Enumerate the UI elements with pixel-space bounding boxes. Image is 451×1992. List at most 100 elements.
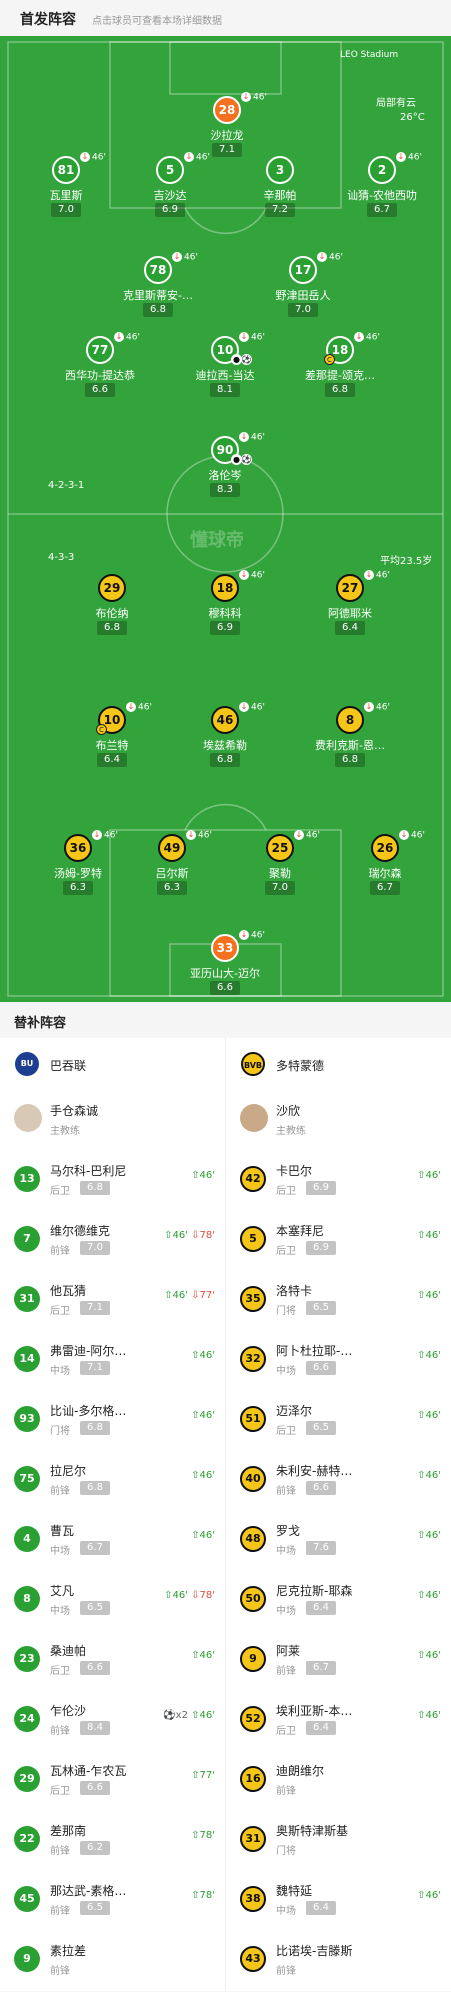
sub-out-icon: ⇩77'	[191, 1290, 215, 1301]
sub-out-icon: ↓	[126, 702, 136, 712]
sub-off-indicator: ↓ 46'	[114, 332, 140, 343]
coach-avatar	[240, 1104, 268, 1132]
temperature-text: 26°C	[400, 112, 425, 123]
away-player-marker[interactable]: 27 阿德耶米 6.4 ↓ 46'	[300, 570, 400, 650]
bench-player-row[interactable]: 22 差那南 前锋 6.2 ⇧78'	[0, 1812, 225, 1872]
home-team-header[interactable]: BU 巴吞联	[0, 1038, 225, 1092]
bench-player-number: 9	[14, 1946, 40, 1972]
player-number: 81	[52, 156, 80, 184]
player-name: 克里斯蒂安-…	[123, 289, 193, 302]
sub-minute: 46'	[184, 252, 198, 263]
home-player-marker[interactable]: 81 瓦里斯 7.0 ↓ 46'	[16, 152, 116, 232]
bench-player-row[interactable]: 29 瓦林通-乍农瓦 后卫 6.6 ⇧77'	[0, 1752, 225, 1812]
player-number: 2	[368, 156, 396, 184]
player-name: 费利克斯-恩…	[315, 739, 385, 752]
away-team-name: 多特蒙德	[276, 1059, 325, 1073]
bench-player-row[interactable]: 31 奥斯特津斯基 门将	[226, 1812, 451, 1872]
home-player-marker[interactable]: 90 洛伦岑 8.3 ↓ 46' ● ⚽	[175, 432, 275, 512]
away-player-marker[interactable]: 33 亚历山大-迈尔 6.6 ↓ 46'	[175, 930, 275, 1002]
home-player-marker[interactable]: 17 野津田岳人 7.0 ↓ 46'	[253, 252, 353, 332]
home-player-marker[interactable]: 5 吉沙达 6.9 ↓ 46'	[120, 152, 220, 232]
bench-player-row[interactable]: 8 艾凡 中场 6.5 ⇧46' ⇩78'	[0, 1572, 225, 1632]
bench-player-row[interactable]: 43 比诺埃-吉滕斯 前锋	[226, 1932, 451, 1992]
bench-player-row[interactable]: 40 朱利安-赫特… 前锋 6.6 ⇧46'	[226, 1452, 451, 1512]
player-name: 迪拉西-当达	[195, 369, 255, 382]
home-player-marker[interactable]: 3 辛那帕 7.2	[230, 156, 330, 232]
away-player-marker[interactable]: 26 瑞尔森 6.7 ↓ 46'	[335, 830, 435, 910]
bench-player-rating: 6.2	[80, 1841, 110, 1855]
bench-player-row[interactable]: 16 迪朗维尔 前锋	[226, 1752, 451, 1812]
bench-player-row[interactable]: 51 迈泽尔 后卫 6.5 ⇧46'	[226, 1392, 451, 1452]
bench-player-row[interactable]: 52 埃利亚斯-本… 后卫 6.4 ⇧46'	[226, 1692, 451, 1752]
sub-minute: 46'	[196, 152, 210, 163]
bench-player-row[interactable]: 32 阿卜杜拉耶-… 中场 6.6 ⇧46'	[226, 1332, 451, 1392]
sub-out-icon: ↓	[354, 332, 364, 342]
bench-player-row[interactable]: 35 洛特卡 门将 6.5 ⇧46'	[226, 1272, 451, 1332]
away-player-marker[interactable]: 29 布伦纳 6.8	[62, 574, 162, 650]
sub-off-indicator: ↓ 46'	[126, 702, 152, 713]
away-player-marker[interactable]: 46 埃兹希勒 6.8 ↓ 46'	[175, 702, 275, 782]
sub-in-icon: ⇧46'	[417, 1530, 441, 1541]
home-player-marker[interactable]: 78 克里斯蒂安-… 6.8 ↓ 46'	[108, 252, 208, 332]
bench-player-row[interactable]: 42 卡巴尔 后卫 6.9 ⇧46'	[226, 1152, 451, 1212]
bench-player-row[interactable]: 24 乍伦沙 前锋 8.4 ⚽x2 ⇧46'	[0, 1692, 225, 1752]
bench-player-number: 50	[240, 1586, 266, 1612]
bench-player-number: 75	[14, 1466, 40, 1492]
bench-events: ⚽x2 ⇧46'	[163, 1710, 215, 1721]
bench-player-position: 后卫	[276, 1426, 296, 1437]
bench-player-rating: 6.8	[80, 1481, 110, 1495]
bench-player-row[interactable]: 31 他瓦猜 后卫 7.1 ⇧46' ⇩77'	[0, 1272, 225, 1332]
bench-player-row[interactable]: 14 弗雷迪-阿尔… 中场 7.1 ⇧46'	[0, 1332, 225, 1392]
player-name: 布兰特	[95, 739, 129, 752]
sub-minute: 46'	[251, 702, 265, 713]
away-team-header[interactable]: BVB 多特蒙德	[226, 1038, 451, 1092]
bench-player-row[interactable]: 5 本塞拜尼 后卫 6.9 ⇧46'	[226, 1212, 451, 1272]
coach-avatar	[14, 1104, 42, 1132]
player-name: 讪猜-农他西叻	[347, 189, 417, 202]
bench-player-row[interactable]: 23 桑迪帕 后卫 6.6 ⇧46'	[0, 1632, 225, 1692]
home-player-marker[interactable]: 77 西华功-提达恭 6.6 ↓ 46'	[50, 332, 150, 412]
bench-player-number: 48	[240, 1526, 266, 1552]
bench-events: ⇧46'	[417, 1170, 441, 1181]
sub-minute: 46'	[138, 702, 152, 713]
bench-player-row[interactable]: 75 拉尼尔 前锋 6.8 ⇧46'	[0, 1452, 225, 1512]
away-player-marker[interactable]: 10 布兰特 6.4 ↓ 46' C	[62, 702, 162, 782]
away-player-marker[interactable]: 18 穆科科 6.9 ↓ 46'	[175, 570, 275, 650]
home-coach-row[interactable]: 手仓森诚 主教练	[0, 1092, 225, 1152]
away-player-marker[interactable]: 36 汤姆-罗特 6.3 ↓ 46'	[28, 830, 128, 910]
bench-player-rating: 7.1	[80, 1301, 110, 1315]
bench-player-row[interactable]: 7 维尔德维克 前锋 7.0 ⇧46' ⇩78'	[0, 1212, 225, 1272]
home-player-marker[interactable]: 18 差那提-颂克… 6.8 ↓ 46' C	[290, 332, 390, 412]
weather-text: 局部有云	[376, 98, 416, 109]
bench-player-name: 迈泽尔	[276, 1404, 313, 1418]
bench-events: ⇧46'	[417, 1410, 441, 1421]
bench-events: ⇧78'	[191, 1890, 215, 1901]
player-name: 亚历山大-迈尔	[190, 967, 260, 980]
bench-player-row[interactable]: 4 曹瓦 中场 6.7 ⇧46'	[0, 1512, 225, 1572]
bench-player-row[interactable]: 38 魏特延 中场 6.4 ⇧46'	[226, 1872, 451, 1932]
bench-player-rating: 6.5	[306, 1301, 336, 1315]
sub-in-icon: ⇧46'	[191, 1470, 215, 1481]
away-player-marker[interactable]: 49 吕尔斯 6.3 ↓ 46'	[122, 830, 222, 910]
bench-player-number: 43	[240, 1946, 266, 1972]
bench-player-row[interactable]: 93 比讪-多尔格… 门将 6.8 ⇧46'	[0, 1392, 225, 1452]
bench-events: ⇧46' ⇩78'	[164, 1230, 215, 1241]
away-coach-row[interactable]: 沙欣 主教练	[226, 1092, 451, 1152]
bench-player-row[interactable]: 9 素拉差 前锋	[0, 1932, 225, 1992]
bench-player-position: 后卫	[276, 1186, 296, 1197]
home-team-name: 巴吞联	[50, 1059, 87, 1073]
sub-in-icon: ⇧46'	[417, 1710, 441, 1721]
bench-player-row[interactable]: 45 那达武-素格… 前锋 6.5 ⇧78'	[0, 1872, 225, 1932]
sub-out-icon: ↓	[364, 570, 374, 580]
home-player-marker[interactable]: 2 讪猜-农他西叻 6.7 ↓ 46'	[332, 152, 432, 232]
player-rating: 6.4	[335, 621, 365, 635]
away-player-marker[interactable]: 8 费利克斯-恩… 6.8 ↓ 46'	[300, 702, 400, 782]
home-player-marker[interactable]: 10 迪拉西-当达 8.1 ↓ 46' ● ⚽	[175, 332, 275, 412]
bench-player-row[interactable]: 50 尼克拉斯-耶森 中场 6.4 ⇧46'	[226, 1572, 451, 1632]
bench-player-row[interactable]: 13 马尔科-巴利尼 后卫 6.8 ⇧46'	[0, 1152, 225, 1212]
bench-player-row[interactable]: 9 阿莱 前锋 6.7 ⇧46'	[226, 1632, 451, 1692]
away-player-marker[interactable]: 25 聚勒 7.0 ↓ 46'	[230, 830, 330, 910]
bench-player-position: 前锋	[50, 1846, 70, 1857]
bench-events: ⇧46'	[417, 1290, 441, 1301]
bench-player-row[interactable]: 48 罗戈 中场 7.6 ⇧46'	[226, 1512, 451, 1572]
